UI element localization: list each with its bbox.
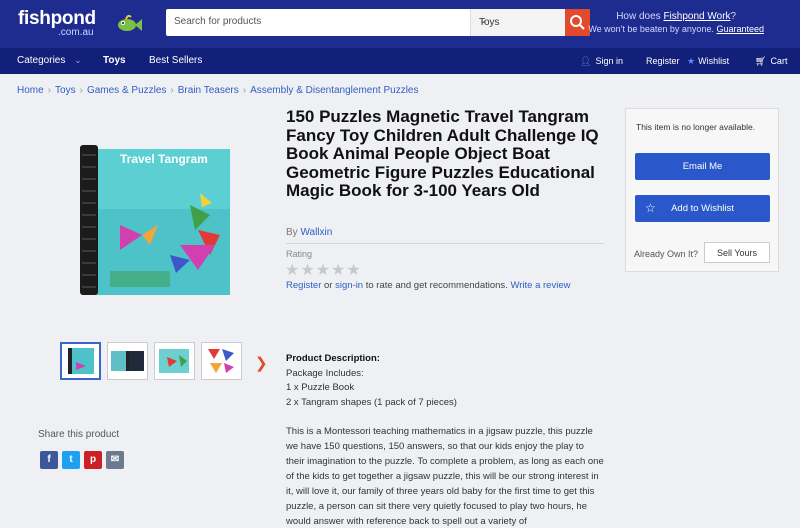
product-brand-line: By Wallxin xyxy=(286,227,332,238)
sign-in-link[interactable]: sign-in xyxy=(335,280,363,291)
register-link[interactable]: Register xyxy=(286,280,321,291)
nav-wishlist[interactable]: ★ Wishlist xyxy=(687,56,729,67)
product-description: Product Description: Package Includes: 1… xyxy=(286,352,604,528)
breadcrumb-home[interactable]: Home xyxy=(17,85,44,96)
search-bar: Search for products Toys ⌄ xyxy=(166,9,590,36)
chevron-right-icon[interactable]: ❯ xyxy=(255,354,268,372)
how-it-works: How does Fishpond Work? We won't be beat… xyxy=(588,10,764,36)
star-icon: ★ xyxy=(687,56,696,66)
nav-sign-in-label: Sign in xyxy=(595,56,623,66)
thumbnail-2[interactable] xyxy=(107,342,148,380)
rate-mid-text: to rate and get recommendations. xyxy=(363,280,511,291)
nav-cart[interactable]: 🛒︎ Cart xyxy=(755,56,787,67)
breadcrumb-games-puzzles[interactable]: Games & Puzzles xyxy=(87,85,166,96)
nav-register[interactable]: Register xyxy=(646,56,680,66)
sell-yours-button[interactable]: Sell Yours xyxy=(704,242,770,263)
thumbnail-4[interactable] xyxy=(201,342,242,380)
email-share-icon[interactable]: ✉ xyxy=(106,451,124,469)
twitter-icon[interactable]: t xyxy=(62,451,80,469)
breadcrumb-separator: › xyxy=(242,85,247,96)
search-button[interactable] xyxy=(565,9,590,36)
chevron-down-icon: ⌄ xyxy=(479,15,488,26)
search-input[interactable]: Search for products xyxy=(174,16,261,27)
share-label: Share this product xyxy=(38,429,120,440)
facebook-icon[interactable]: f xyxy=(40,451,58,469)
breadcrumb-toys[interactable]: Toys xyxy=(55,85,76,96)
guarantee-text: We won't be beaten by anyone. xyxy=(588,24,717,34)
nav-bar: Categories ⌄ Toys Best Sellers 👤︎ Sign in… xyxy=(0,48,800,74)
description-line: Package Includes: xyxy=(286,367,364,379)
divider xyxy=(286,243,604,244)
image-title-text: Travel Tangram xyxy=(120,152,208,166)
product-title: 150 Puzzles Magnetic Travel Tangram Fanc… xyxy=(286,107,599,200)
logo-tld: .com.au xyxy=(58,27,94,38)
user-icon: 👤︎ xyxy=(580,56,592,66)
thumbnail-1[interactable] xyxy=(60,342,101,380)
chevron-down-icon: ⌄ xyxy=(74,55,82,65)
product-image[interactable]: Travel Tangram xyxy=(80,145,230,295)
fish-icon xyxy=(118,14,142,31)
breadcrumb-assembly[interactable]: Assembly & Disentanglement Puzzles xyxy=(250,85,418,96)
description-line: 2 x Tangram shapes (1 pack of 7 pieces) xyxy=(286,396,457,408)
description-line: 1 x Puzzle Book xyxy=(286,382,355,393)
nav-best-sellers[interactable]: Best Sellers xyxy=(149,55,202,66)
email-me-button[interactable]: Email Me xyxy=(635,153,770,180)
fishpond-work-link[interactable]: Fishpond Work xyxy=(663,11,730,22)
purchase-panel: This item is no longer available. Email … xyxy=(625,108,779,272)
cart-icon: 🛒︎ xyxy=(755,56,767,66)
rate-prompt: Register or sign-in to rate and get reco… xyxy=(286,280,570,291)
breadcrumb: Home › Toys › Games & Puzzles › Brain Teasers ›… xyxy=(17,85,419,96)
nav-categories[interactable]: Categories ⌄ xyxy=(17,55,82,66)
description-paragraph: This is a Montessori teaching mathematic… xyxy=(286,426,604,527)
already-own-label: Already Own It? xyxy=(634,249,699,259)
fishpond-logo[interactable]: fishpond .com.au xyxy=(18,8,142,38)
nav-cart-label: Cart xyxy=(770,56,788,66)
nav-categories-label: Categories xyxy=(17,55,66,66)
search-icon xyxy=(570,15,585,30)
nav-wishlist-label: Wishlist xyxy=(698,56,730,66)
brand-link[interactable]: Wallxin xyxy=(300,227,332,238)
add-to-wishlist-label: Add to Wishlist xyxy=(671,203,734,214)
work-text: How does xyxy=(616,11,664,22)
rate-or-text: or xyxy=(321,280,336,291)
thumbnail-3[interactable] xyxy=(154,342,195,380)
work-question-mark: ? xyxy=(730,11,737,22)
nav-sign-in[interactable]: 👤︎ Sign in xyxy=(580,56,623,67)
guaranteed-link[interactable]: Guaranteed xyxy=(716,24,764,34)
description-heading: Product Description: xyxy=(286,353,380,364)
pinterest-icon[interactable]: p xyxy=(84,451,102,469)
rating-stars[interactable]: ★★★★★ xyxy=(285,260,362,280)
breadcrumb-separator: › xyxy=(47,85,52,96)
top-header: fishpond .com.au Search for products Toy… xyxy=(0,0,800,48)
nav-toys[interactable]: Toys xyxy=(103,55,126,66)
by-label: By xyxy=(286,227,301,238)
rating-label: Rating xyxy=(286,249,313,259)
write-review-link[interactable]: Write a review xyxy=(510,280,570,291)
search-category-select[interactable]: Toys ⌄ xyxy=(470,9,566,36)
star-icon: ☆ xyxy=(645,201,656,215)
breadcrumb-separator: › xyxy=(79,85,83,96)
add-to-wishlist-button[interactable]: ☆ Add to Wishlist xyxy=(635,195,770,222)
availability-notice: This item is no longer available. xyxy=(636,122,756,132)
breadcrumb-brain-teasers[interactable]: Brain Teasers xyxy=(178,85,239,96)
breadcrumb-separator: › xyxy=(170,85,174,96)
